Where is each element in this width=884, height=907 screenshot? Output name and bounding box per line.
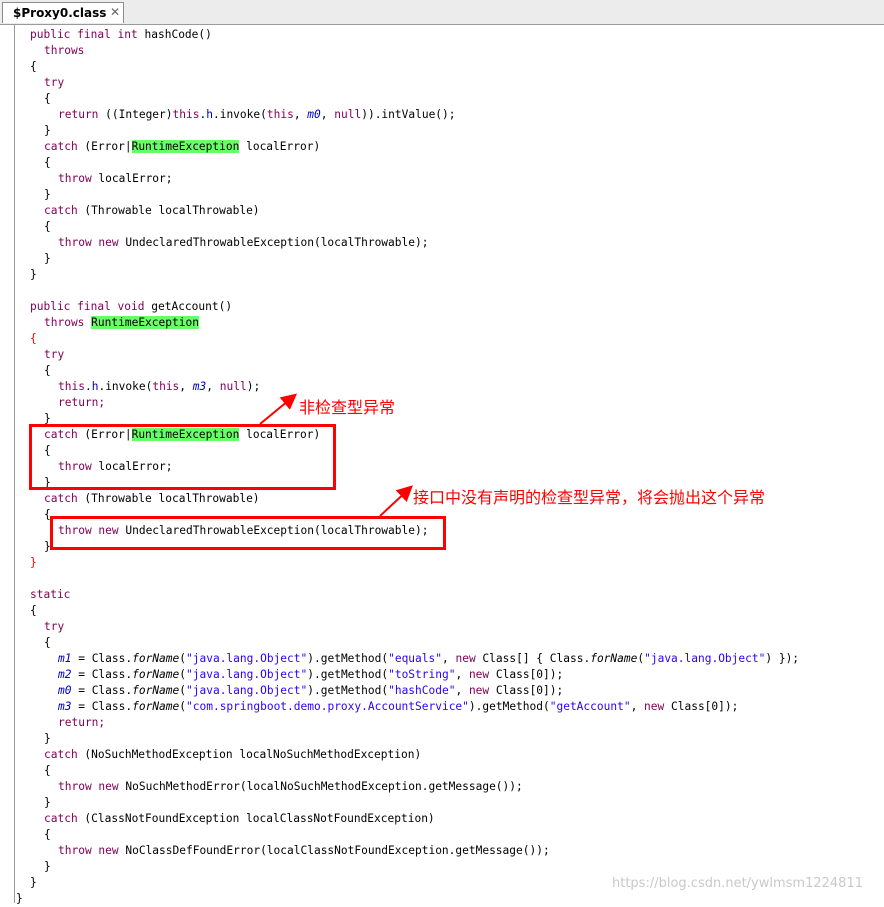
annotation-unchecked-exception: 非检查型异常: [299, 398, 396, 417]
annotation-arrows: [259, 393, 413, 517]
watermark: https://blog.csdn.net/ywlmsm1224811: [612, 876, 863, 891]
annotation-undeclared-exception: 接口中没有声明的检查型异常，将会抛出这个异常: [413, 488, 766, 507]
arrow-to-throw-box: [379, 485, 413, 517]
arrow-to-catch-box: [259, 393, 298, 425]
